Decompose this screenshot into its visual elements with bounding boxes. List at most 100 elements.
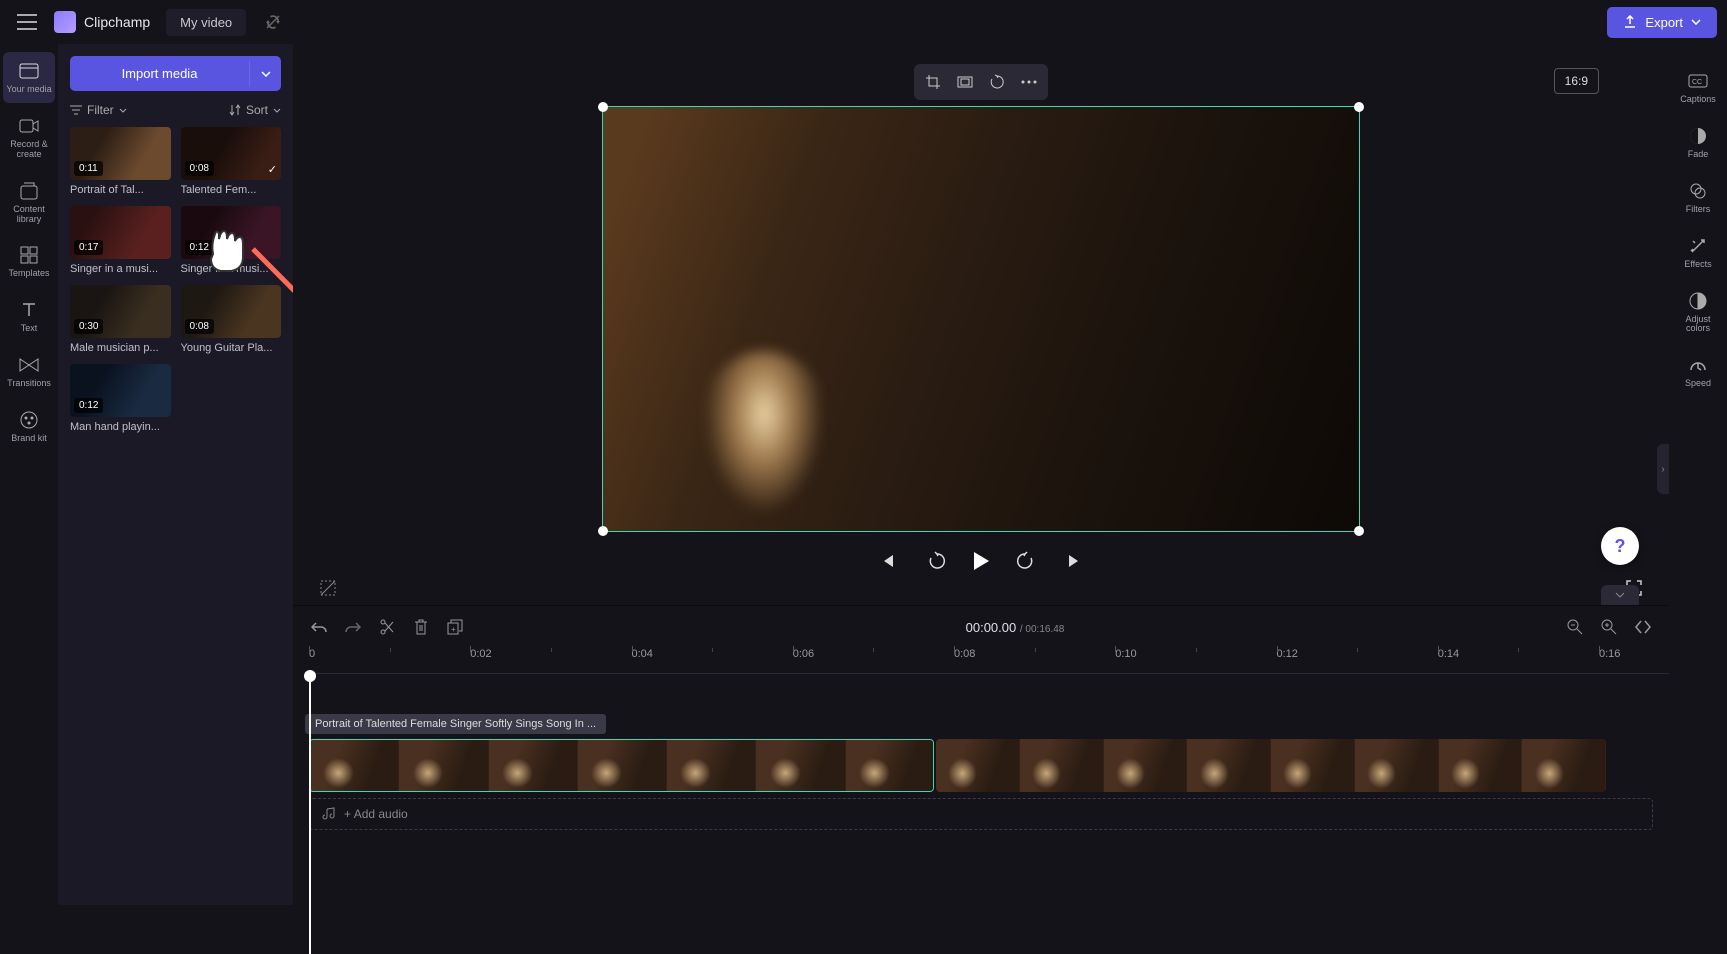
rail-record-create[interactable]: Record & create xyxy=(3,107,55,168)
right-rail-wrap: › CC Captions Fade Filters Effects Adjus… xyxy=(1669,44,1727,905)
resize-handle-tl[interactable] xyxy=(598,102,608,112)
aspect-ratio-button[interactable]: 16:9 xyxy=(1554,68,1599,94)
rail-fade[interactable]: Fade xyxy=(1672,117,1724,168)
media-icon xyxy=(18,60,40,82)
chevron-down-icon xyxy=(261,71,271,77)
resize-handle-tr[interactable] xyxy=(1354,102,1364,112)
hamburger-icon xyxy=(17,14,37,30)
fit-button[interactable] xyxy=(950,68,980,96)
rail-templates[interactable]: Templates xyxy=(3,236,55,287)
preview-frame[interactable] xyxy=(602,106,1360,532)
app-logo[interactable]: Clipchamp xyxy=(54,11,150,33)
main-area: Your media Record & create Content libra… xyxy=(0,44,1727,905)
video-clip-2[interactable] xyxy=(936,739,1606,792)
preview-toolbar xyxy=(914,64,1048,100)
sync-status-icon[interactable] xyxy=(264,13,282,31)
crop-button[interactable] xyxy=(918,68,948,96)
ruler-tick: 0:06 xyxy=(793,648,814,660)
forward-button[interactable] xyxy=(1010,546,1040,576)
rail-content-library[interactable]: Content library xyxy=(3,172,55,233)
resize-handle-bl[interactable] xyxy=(598,526,608,536)
crop-icon xyxy=(925,74,941,90)
current-time: 00:00.00 xyxy=(966,620,1017,635)
media-item[interactable]: 0:30 Male musician p... xyxy=(70,285,171,354)
add-audio-track[interactable]: + Add audio xyxy=(309,798,1653,830)
import-media-dropdown[interactable] xyxy=(249,61,281,87)
media-duration: 0:08 xyxy=(185,319,214,334)
timeline-ruler[interactable]: 00:020:040:060:080:100:120:140:16 xyxy=(309,648,1669,674)
rail-effects[interactable]: Effects xyxy=(1672,227,1724,278)
transitions-icon xyxy=(18,354,40,376)
skip-back-button[interactable] xyxy=(872,546,902,576)
rotate-button[interactable] xyxy=(982,68,1012,96)
rail-your-media[interactable]: Your media xyxy=(3,52,55,103)
media-title: Portrait of Tal... xyxy=(70,184,171,196)
project-name-input[interactable]: My video xyxy=(166,9,246,36)
timeline-tracks: Portrait of Talented Female Singer Softl… xyxy=(293,674,1669,838)
video-track[interactable] xyxy=(309,739,1653,792)
redo-button[interactable] xyxy=(343,617,363,637)
filters-icon xyxy=(1687,180,1709,202)
rewind-icon xyxy=(927,551,947,571)
undo-icon xyxy=(311,621,327,633)
media-item[interactable]: 0:08 Young Guitar Pla... xyxy=(181,285,282,354)
hamburger-menu[interactable] xyxy=(10,5,44,39)
time-display: 00:00.00 / 00:16.48 xyxy=(465,620,1565,635)
svg-text:CC: CC xyxy=(1692,79,1702,86)
timeline-collapse-handle[interactable] xyxy=(1601,585,1639,605)
ruler-tick: 0 xyxy=(309,648,315,660)
media-item[interactable]: 0:12 Man hand playin... xyxy=(70,364,171,433)
rail-adjust-colors[interactable]: Adjust colors xyxy=(1672,282,1724,343)
right-panel-collapse-handle[interactable]: › xyxy=(1657,444,1669,494)
scissors-icon xyxy=(380,619,394,635)
resize-handle-br[interactable] xyxy=(1354,526,1364,536)
app-name: Clipchamp xyxy=(84,14,150,30)
zoom-out-button[interactable] xyxy=(1565,617,1585,637)
more-button[interactable] xyxy=(1014,68,1044,96)
rail-brand-kit[interactable]: Brand kit xyxy=(3,401,55,452)
clip-thumbnail xyxy=(1439,739,1523,792)
help-button[interactable]: ? xyxy=(1601,527,1639,565)
rail-captions[interactable]: CC Captions xyxy=(1672,62,1724,113)
top-bar-left: Clipchamp My video xyxy=(10,5,282,39)
zoom-in-button[interactable] xyxy=(1599,617,1619,637)
music-icon xyxy=(322,807,336,821)
import-media-main[interactable]: Import media xyxy=(70,56,249,91)
rewind-button[interactable] xyxy=(922,546,952,576)
ruler-tick: 0:10 xyxy=(1115,648,1136,660)
playhead[interactable] xyxy=(309,674,311,954)
media-item[interactable]: 0:17 Singer in a musi... xyxy=(70,206,171,275)
ruler-tick: 0:16 xyxy=(1599,648,1620,660)
library-icon xyxy=(18,180,40,202)
skip-forward-button[interactable] xyxy=(1060,546,1090,576)
media-item[interactable]: 0:12 Singer in a musi... xyxy=(181,206,282,275)
media-item[interactable]: 0:11 Portrait of Tal... xyxy=(70,127,171,196)
ruler-tick: 0:14 xyxy=(1438,648,1459,660)
undo-button[interactable] xyxy=(309,617,329,637)
rail-text[interactable]: Text xyxy=(3,291,55,342)
text-icon xyxy=(18,299,40,321)
media-item[interactable]: 0:08 ✓ Talented Fem... xyxy=(181,127,282,196)
zoom-fit-button[interactable] xyxy=(1633,617,1653,637)
filter-sort-bar: Filter Sort xyxy=(70,103,281,117)
media-title: Man hand playin... xyxy=(70,421,171,433)
split-button[interactable] xyxy=(377,617,397,637)
media-duration: 0:08 xyxy=(185,161,214,176)
rail-transitions[interactable]: Transitions xyxy=(3,346,55,397)
rail-filters[interactable]: Filters xyxy=(1672,172,1724,223)
delete-button[interactable] xyxy=(411,617,431,637)
clip-thumbnail xyxy=(310,740,399,791)
clip-thumbnail xyxy=(489,740,578,791)
media-duration: 0:12 xyxy=(185,240,214,255)
duplicate-button[interactable]: + xyxy=(445,617,465,637)
filter-button[interactable]: Filter xyxy=(70,103,127,117)
video-clip-1[interactable] xyxy=(309,739,934,792)
media-title: Male musician p... xyxy=(70,342,171,354)
export-button[interactable]: Export xyxy=(1607,7,1717,38)
sort-button[interactable]: Sort xyxy=(229,103,281,117)
rail-speed[interactable]: Speed xyxy=(1672,346,1724,397)
clear-selection-button[interactable] xyxy=(313,573,343,603)
filter-icon xyxy=(70,105,82,115)
timeline-toolbar: + 00:00.00 / 00:16.48 xyxy=(293,606,1669,648)
play-button[interactable] xyxy=(972,551,990,571)
